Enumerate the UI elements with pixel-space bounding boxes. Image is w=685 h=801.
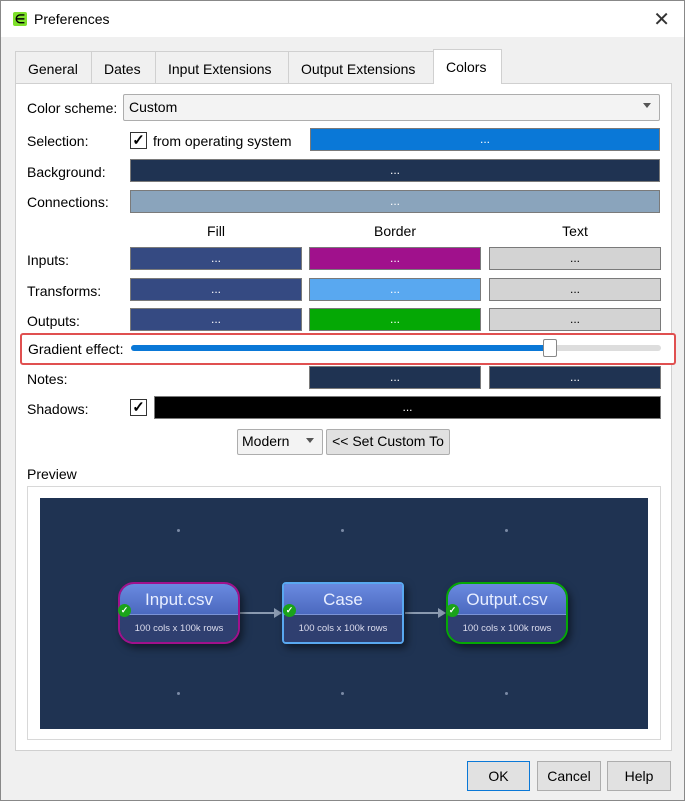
connection-edge <box>240 612 274 614</box>
tab-colors[interactable]: Colors <box>433 49 502 84</box>
node-info: 100 cols x 100k rows <box>284 615 402 642</box>
shadows-checkbox[interactable]: ✓ <box>130 399 147 416</box>
preview-label: Preview <box>27 466 77 482</box>
title-bar: ∈ Preferences ✕ <box>1 1 684 37</box>
set-custom-to-button[interactable]: << Set Custom To <box>326 429 450 455</box>
tab-input-extensions[interactable]: Input Extensions <box>155 51 289 83</box>
window-title: Preferences <box>34 11 110 27</box>
node-title: Output.csv <box>448 584 566 615</box>
connection-edge <box>405 612 438 614</box>
arrowhead-icon <box>274 608 282 618</box>
arrowhead-icon <box>438 608 446 618</box>
help-button[interactable]: Help <box>607 761 671 791</box>
notes-label: Notes: <box>27 371 68 387</box>
gradient-slider-fill <box>131 345 550 351</box>
chevron-down-icon <box>306 438 314 443</box>
connections-label: Connections: <box>27 194 109 210</box>
close-icon[interactable]: ✕ <box>653 7 670 32</box>
background-label: Background: <box>27 164 106 180</box>
cancel-button[interactable]: Cancel <box>537 761 601 791</box>
text-column-header: Text <box>562 223 588 239</box>
outputs-label: Outputs: <box>27 313 80 329</box>
preview-output-node: Output.csv 100 cols x 100k rows <box>446 582 568 644</box>
selection-color-button[interactable]: ... <box>310 128 660 151</box>
notes-border-button[interactable]: ... <box>309 366 481 389</box>
outputs-text-button[interactable]: ... <box>489 308 661 331</box>
chevron-down-icon <box>643 103 651 108</box>
background-color-button[interactable]: ... <box>130 159 660 182</box>
transforms-border-button[interactable]: ... <box>309 278 481 301</box>
color-scheme-select[interactable]: Custom <box>123 94 660 121</box>
transforms-text-button[interactable]: ... <box>489 278 661 301</box>
fill-column-header: Fill <box>207 223 225 239</box>
preview-input-node: Input.csv 100 cols x 100k rows <box>118 582 240 644</box>
node-title: Input.csv <box>120 584 238 615</box>
grid-dot <box>177 529 180 532</box>
tab-output-extensions[interactable]: Output Extensions <box>288 51 434 83</box>
transforms-fill-button[interactable]: ... <box>130 278 302 301</box>
preset-select[interactable]: Modern <box>237 429 323 455</box>
check-icon: ✓ <box>283 604 296 617</box>
tab-dates[interactable]: Dates <box>91 51 156 83</box>
gradient-highlight: Gradient effect: <box>20 333 676 365</box>
outputs-border-button[interactable]: ... <box>309 308 481 331</box>
gradient-label: Gradient effect: <box>28 341 124 357</box>
inputs-text-button[interactable]: ... <box>489 247 661 270</box>
notes-text-button[interactable]: ... <box>489 366 661 389</box>
preset-value: Modern <box>242 433 290 449</box>
preferences-window: ∈ Preferences ✕ General Dates Input Exte… <box>0 0 685 801</box>
color-scheme-value: Custom <box>129 99 178 115</box>
shadows-label: Shadows: <box>27 401 89 417</box>
node-info: 100 cols x 100k rows <box>448 615 566 642</box>
tab-general[interactable]: General <box>15 51 92 83</box>
connections-color-button[interactable]: ... <box>130 190 660 213</box>
border-column-header: Border <box>373 223 417 239</box>
transforms-label: Transforms: <box>27 283 102 299</box>
inputs-fill-button[interactable]: ... <box>130 247 302 270</box>
inputs-label: Inputs: <box>27 252 70 268</box>
check-icon: ✓ <box>118 604 131 617</box>
gradient-slider[interactable] <box>131 339 661 357</box>
check-icon: ✓ <box>446 604 459 617</box>
node-title: Case <box>284 584 402 615</box>
preview-transform-node: Case 100 cols x 100k rows <box>282 582 404 644</box>
selection-os-label: from operating system <box>153 133 292 149</box>
shadows-color-button[interactable]: ... <box>154 396 661 419</box>
grid-dot <box>341 692 344 695</box>
gradient-slider-thumb[interactable] <box>542 339 557 357</box>
selection-label: Selection: <box>27 133 89 149</box>
grid-dot <box>505 692 508 695</box>
outputs-fill-button[interactable]: ... <box>130 308 302 331</box>
app-icon: ∈ <box>13 12 27 26</box>
ok-button[interactable]: OK <box>467 761 530 791</box>
selection-os-checkbox[interactable]: ✓ <box>130 132 147 149</box>
grid-dot <box>505 529 508 532</box>
node-info: 100 cols x 100k rows <box>120 615 238 642</box>
inputs-border-button[interactable]: ... <box>309 247 481 270</box>
grid-dot <box>177 692 180 695</box>
color-scheme-label: Color scheme: <box>27 100 118 116</box>
grid-dot <box>341 529 344 532</box>
